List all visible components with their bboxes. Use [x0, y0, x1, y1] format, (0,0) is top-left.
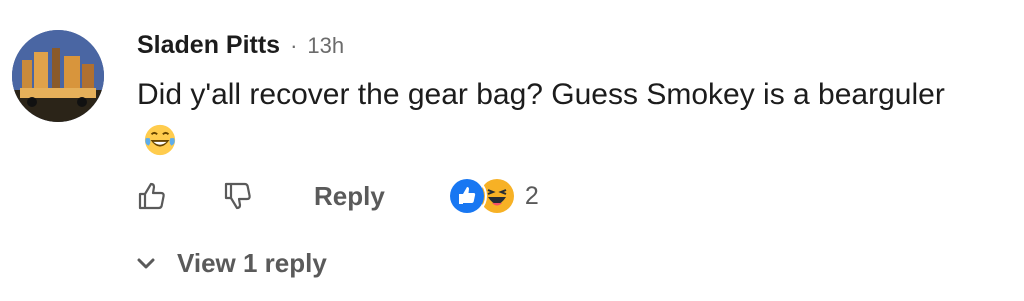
avatar[interactable] [12, 30, 104, 122]
comment-body: Did y'all recover the gear bag? Guess Sm… [137, 72, 957, 164]
avatar-image [12, 30, 104, 122]
laughing-tears-emoji-icon [144, 124, 176, 156]
timestamp[interactable]: 13h [307, 33, 344, 59]
view-replies-label: View 1 reply [177, 248, 327, 278]
reaction-count: 2 [524, 181, 539, 210]
like-reaction-icon [446, 176, 487, 216]
reply-button[interactable]: Reply [314, 181, 385, 212]
chevron-down-icon [137, 258, 155, 268]
comment-header: Sladen Pitts · 13h [137, 31, 344, 60]
separator-dot: · [290, 33, 298, 58]
thumbs-up-icon[interactable] [134, 178, 170, 214]
reactions-summary[interactable]: 2 [446, 176, 539, 216]
author-name[interactable]: Sladen Pitts [137, 31, 280, 60]
comment-text: Did y'all recover the gear bag? Guess Sm… [137, 78, 945, 111]
view-replies-button[interactable]: View 1 reply [137, 248, 327, 279]
thumbs-down-icon[interactable] [220, 178, 256, 214]
comment-actions: Reply 2 [134, 176, 539, 216]
